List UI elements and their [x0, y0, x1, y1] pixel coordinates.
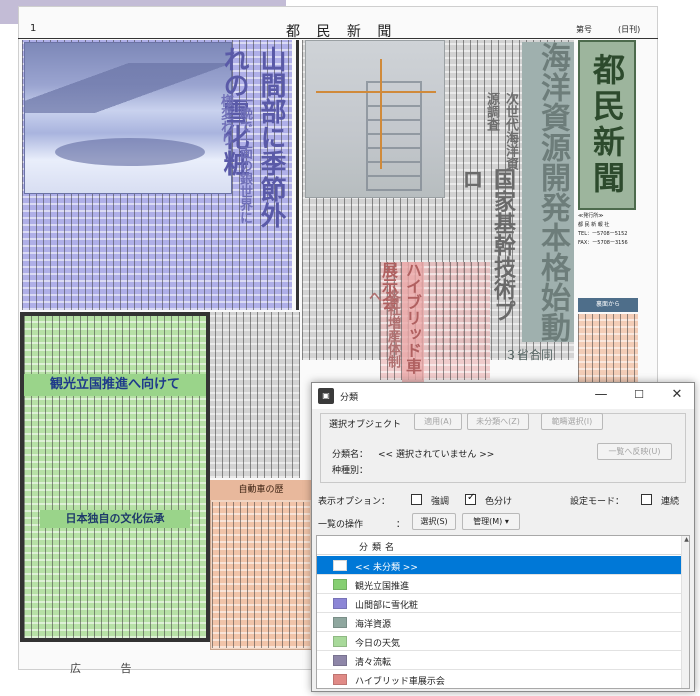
unclassify-button[interactable]: 未分類へ(Z)	[467, 413, 529, 430]
list-item-label: 海洋資源	[355, 620, 392, 630]
list-item[interactable]: 清々流転	[317, 651, 681, 670]
headline-tourism: 観光立国推進へ向けて	[24, 374, 206, 396]
dialog-title: 分類	[340, 393, 359, 403]
newspaper-header: 1 都 民 新 聞 第号 (日刊)	[18, 20, 658, 40]
auto-history-title: 自動車の歴	[210, 480, 312, 500]
headline-ocean: 海洋資源開発本格始動	[522, 42, 574, 342]
classification-list[interactable]: 分類名 << 未分類 >> 観光立国推進 山間部に雪化粧 海洋資源今日の天気清々流転ハ…	[316, 535, 690, 689]
maximize-button[interactable]: ☐	[622, 383, 656, 409]
list-scrollbar[interactable]: ▲	[681, 536, 689, 688]
column-header-name[interactable]: 分類名	[359, 540, 398, 553]
dialog-titlebar[interactable]: ▣ 分類 — ☐ ✕	[312, 383, 694, 409]
color-swatch	[333, 598, 347, 609]
list-rows: << 未分類 >> 観光立国推進 山間部に雪化粧 海洋資源今日の天気清々流転ハイブリッ…	[317, 556, 681, 688]
publisher-fax: FAX：ー5708ー3156	[578, 240, 628, 246]
color-swatch	[333, 636, 347, 647]
list-operations-colon: ：	[396, 520, 406, 530]
headline-national-tech: 国家基幹技術プロ	[458, 168, 515, 322]
headline-snow: 山間部に季節外れの雪化粧	[219, 46, 286, 228]
page-number: 1	[30, 23, 37, 34]
list-item-label: 清々流転	[355, 658, 392, 668]
subheadline-ocean: 次世代海洋資源調査	[484, 92, 518, 170]
publisher-tel: TEL：ー5708ー5152	[578, 231, 628, 237]
headline-culture: 日本独自の文化伝承	[40, 510, 190, 528]
selection-group-label: 選択オブジェクト	[328, 417, 403, 430]
region-tourism-article	[24, 316, 206, 638]
continuous-checkbox[interactable]	[641, 494, 652, 505]
mountain-shape	[25, 63, 233, 113]
minimize-button[interactable]: —	[584, 383, 618, 409]
classification-name-value: << 選択されていません >>	[378, 450, 495, 460]
type-label: 种種別：	[332, 466, 369, 476]
list-item[interactable]: << 未分類 >>	[317, 556, 681, 575]
close-button[interactable]: ✕	[660, 383, 694, 409]
subheadline-snow: 一晩で一面の銀世界に様変わり	[218, 94, 252, 224]
apply-button[interactable]: 適用(A)	[414, 413, 462, 430]
list-item-label: 山間部に雪化粧	[355, 601, 419, 611]
headline-hybrid: ハイブリッド車展示会	[379, 262, 424, 382]
tower-shape	[366, 81, 422, 191]
construction-photo	[305, 40, 445, 198]
select-button[interactable]: 選択(S)	[412, 513, 456, 530]
color-swatch	[333, 674, 347, 685]
list-item[interactable]: 観光立国推進	[317, 575, 681, 594]
region-middle-column	[208, 312, 300, 478]
emphasis-label: 強調	[431, 497, 450, 507]
list-header: 分類名	[317, 536, 681, 555]
auto-history-rows	[212, 502, 310, 648]
publisher-info: ≪発行所≫ 都 民 新 報 社 TEL：ー5708ー5152 FAX：ー5708…	[578, 212, 638, 292]
colorize-checkbox[interactable]: ✓	[465, 492, 476, 505]
select-range-button[interactable]: 範疇選択(I)	[541, 413, 603, 430]
app-icon: ▣	[318, 388, 334, 404]
emphasis-checkbox[interactable]	[411, 494, 422, 505]
issue-label: 第号	[576, 25, 592, 34]
inner-pages-label: 裏面から	[578, 298, 638, 312]
display-options-label: 表示オプション：	[318, 497, 391, 507]
classification-dialog[interactable]: ▣ 分類 — ☐ ✕ 選択オブジェクト 適用(A) 未分類へ(Z) 範疇選択(I…	[311, 382, 695, 692]
color-swatch	[333, 655, 347, 666]
snow-landscape-photo	[24, 42, 233, 194]
header-rule	[18, 38, 658, 39]
region-inner-pages	[578, 314, 638, 384]
setting-mode-label: 設定モード：	[570, 497, 625, 507]
color-swatch	[333, 579, 347, 590]
manage-dropdown-button[interactable]: 管理(M) ▾	[462, 513, 520, 530]
list-item-label: 観光立国推進	[355, 582, 410, 592]
list-item[interactable]: 今日の天気	[317, 632, 681, 651]
ad-label: 広 告	[70, 662, 150, 675]
list-item[interactable]: 山間部に雪化粧	[317, 594, 681, 613]
tourism-frame-bottom	[20, 638, 210, 642]
publisher-label: ≪発行所≫	[578, 213, 604, 219]
list-item-label: ハイブリッド車展示会	[355, 677, 445, 687]
list-item-label: 今日の天気	[355, 639, 401, 649]
list-operations-label: 一覧の操作	[318, 520, 364, 530]
crane-jib	[316, 91, 436, 93]
colorize-label: 色分け	[485, 497, 513, 507]
list-item[interactable]: ハイブリッド車展示会	[317, 670, 681, 688]
label-three-ministries: ３省合同	[505, 348, 554, 362]
color-swatch	[333, 617, 347, 628]
river-shape	[55, 138, 205, 166]
masthead-logo: 都民新聞	[578, 40, 636, 210]
list-item-label: << 未分類 >>	[355, 563, 418, 573]
subheadline-hybrid: 各社増産体制へ	[366, 290, 400, 368]
crane-mast	[380, 59, 382, 169]
reflect-to-list-button[interactable]: 一覧へ反映(U)	[597, 443, 672, 460]
publisher-name: 都 民 新 報 社	[578, 222, 610, 228]
weekday-label: (日刊)	[618, 25, 641, 34]
check-mark-icon: ✓	[467, 492, 476, 503]
classification-name-label: 分類名：	[332, 450, 369, 460]
column-divider	[296, 40, 299, 310]
continuous-label: 連続	[661, 497, 680, 507]
scroll-up-icon[interactable]: ▲	[682, 536, 689, 546]
color-swatch	[333, 560, 347, 571]
list-item[interactable]: 海洋資源	[317, 613, 681, 632]
